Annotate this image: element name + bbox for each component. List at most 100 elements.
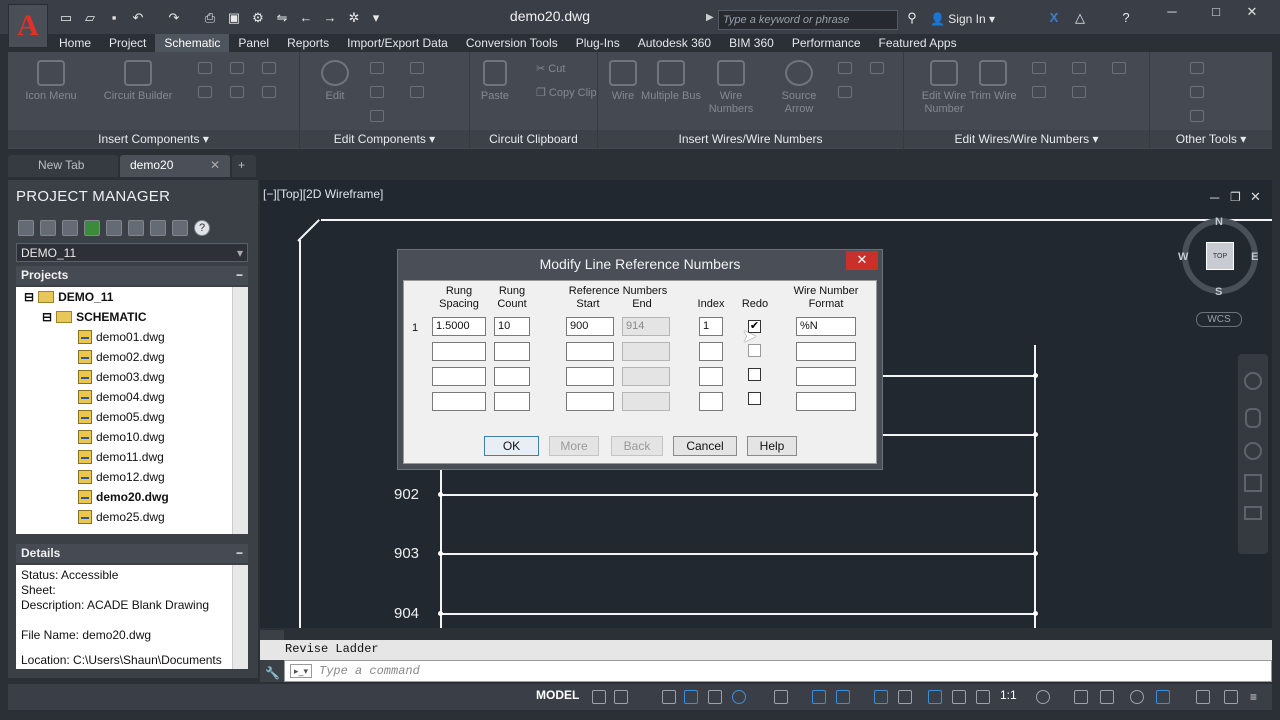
tab-conversion-tools[interactable]: Conversion Tools (457, 34, 567, 52)
tab-panel[interactable]: Panel (229, 34, 278, 52)
selection-cycling-icon[interactable] (874, 690, 888, 704)
paste-button[interactable]: Paste (470, 60, 520, 103)
rung-count-input[interactable]: 10 (494, 317, 530, 336)
grid-icon[interactable] (592, 690, 606, 704)
tab-home[interactable]: Home (50, 34, 100, 52)
tool-icon[interactable] (1032, 62, 1046, 74)
collapse-toggle-icon[interactable]: ⊟ (42, 310, 52, 324)
print-icon[interactable]: ⎙ (202, 10, 218, 26)
auto-scale-icon[interactable] (952, 690, 966, 704)
tab-project[interactable]: Project (100, 34, 155, 52)
tool-icon[interactable] (1112, 62, 1126, 74)
tool-icon[interactable] (370, 62, 384, 74)
viewport-restore-icon[interactable]: ❐ (1230, 190, 1241, 204)
panel-title[interactable]: Insert Components ▾ (8, 130, 299, 148)
trim-wire-button[interactable]: Trim Wire (968, 60, 1018, 103)
tool-icon[interactable] (1190, 62, 1204, 74)
binoculars-icon[interactable]: ⚲ (904, 10, 920, 26)
tool-icon[interactable] (1072, 62, 1086, 74)
save-icon[interactable]: ▪ (106, 10, 122, 26)
help-button[interactable]: Help (747, 436, 797, 456)
tree-item-file-active[interactable]: demo20.dwg (78, 490, 169, 504)
compass-south[interactable]: S (1215, 286, 1222, 298)
tab-reports[interactable]: Reports (278, 34, 338, 52)
lineweight-icon[interactable] (812, 690, 826, 704)
tab-featured-apps[interactable]: Featured Apps (870, 34, 966, 52)
units-icon[interactable] (1100, 690, 1114, 704)
tool-icon[interactable] (370, 86, 384, 98)
compass-east[interactable]: E (1251, 251, 1258, 263)
application-menu-button[interactable]: A (8, 4, 48, 48)
annotation-visibility-icon[interactable] (928, 690, 942, 704)
new-icon[interactable]: ▭ (58, 10, 74, 26)
settings-icon[interactable]: ⚙ (250, 10, 266, 26)
icon-menu-button[interactable]: Icon Menu (16, 60, 86, 103)
details-scrollbar[interactable] (232, 565, 248, 669)
viewport-minimize-icon[interactable]: ─ (1210, 190, 1219, 205)
cut-button[interactable]: ✂ Cut (536, 62, 565, 75)
polar-icon[interactable] (684, 690, 698, 704)
sign-in-link[interactable]: 👤 Sign In ▾ (930, 12, 995, 26)
customization-icon[interactable] (1224, 690, 1238, 704)
tab-bim-360[interactable]: BIM 360 (720, 34, 783, 52)
redo-checkbox[interactable] (748, 392, 761, 405)
multiple-bus-button[interactable]: Multiple Bus (638, 60, 704, 103)
redo-icon[interactable]: ↷ (166, 10, 182, 26)
tool-icon[interactable] (230, 62, 244, 74)
wire-format-input[interactable]: %N (796, 317, 856, 336)
undo-icon[interactable]: ↶ (130, 10, 146, 26)
tree-item-file[interactable]: demo25.dwg (78, 510, 165, 524)
model-space-button[interactable]: MODEL (536, 688, 579, 702)
open-project-icon[interactable] (18, 220, 34, 236)
forward-arrow-icon[interactable]: → (322, 10, 338, 26)
collapse-icon[interactable]: − (236, 546, 243, 560)
add-tab-button[interactable]: + (232, 155, 256, 177)
help-icon[interactable]: ? (194, 220, 210, 236)
help-icon[interactable]: ? (1118, 10, 1134, 26)
clean-screen-icon[interactable] (1196, 690, 1210, 704)
wire-format-input[interactable] (796, 367, 856, 386)
connect-icon[interactable]: △ (1072, 10, 1088, 26)
wire-format-input[interactable] (796, 392, 856, 411)
rung-count-input[interactable] (494, 342, 530, 361)
3d-osnap-icon[interactable] (898, 690, 912, 704)
dialog-close-button[interactable]: ✕ (846, 251, 878, 270)
tab-schematic[interactable]: Schematic (155, 34, 230, 52)
annotation-monitor-icon[interactable] (1074, 690, 1088, 704)
project-selector[interactable]: DEMO_11 ▾ (16, 243, 248, 262)
transparency-icon[interactable] (836, 690, 850, 704)
tree-item-folder[interactable]: ⊟ SCHEMATIC (42, 310, 147, 324)
plot-icon[interactable]: ▣ (226, 10, 242, 26)
close-icon[interactable]: ✕ (1240, 4, 1264, 20)
redo-checkbox[interactable] (748, 368, 761, 381)
zoom-icon[interactable] (1244, 442, 1262, 460)
panel-title[interactable]: Edit Wires/Wire Numbers ▾ (904, 130, 1149, 148)
command-input[interactable]: Type a command (284, 660, 1272, 682)
compass-west[interactable]: W (1178, 251, 1188, 263)
exchange-icon[interactable]: X (1046, 10, 1062, 26)
new-drawing-icon[interactable] (62, 220, 78, 236)
tree-item-file[interactable]: demo05.dwg (78, 410, 165, 424)
ok-button[interactable]: OK (484, 436, 539, 456)
index-input[interactable]: 1 (699, 317, 723, 336)
tree-item-file[interactable]: demo12.dwg (78, 470, 165, 484)
project-properties-icon[interactable] (128, 220, 144, 236)
source-arrow-button[interactable]: Source Arrow (766, 60, 832, 116)
tab-plug-ins[interactable]: Plug-Ins (567, 34, 629, 52)
tool-icon[interactable] (1032, 86, 1046, 98)
circuit-builder-button[interactable]: Circuit Builder (98, 60, 178, 103)
tool-icon[interactable] (198, 62, 212, 74)
pan-icon[interactable] (1245, 408, 1261, 428)
isolate-objects-icon[interactable] (1130, 690, 1144, 704)
tool-icon[interactable] (370, 110, 384, 122)
tool-icon[interactable] (1190, 110, 1204, 122)
orbit-icon[interactable] (1244, 474, 1262, 492)
rung-spacing-input[interactable]: 1.5000 (432, 317, 486, 336)
isodraft-icon[interactable] (708, 690, 722, 704)
viewport-close-icon[interactable]: ✕ (1250, 189, 1261, 205)
search-expand-icon[interactable]: ▶ (706, 12, 714, 23)
tab-performance[interactable]: Performance (783, 34, 870, 52)
annotation-scale-value[interactable]: 1:1 (1000, 688, 1017, 702)
snap-icon[interactable] (614, 690, 628, 704)
start-input[interactable] (566, 342, 614, 361)
